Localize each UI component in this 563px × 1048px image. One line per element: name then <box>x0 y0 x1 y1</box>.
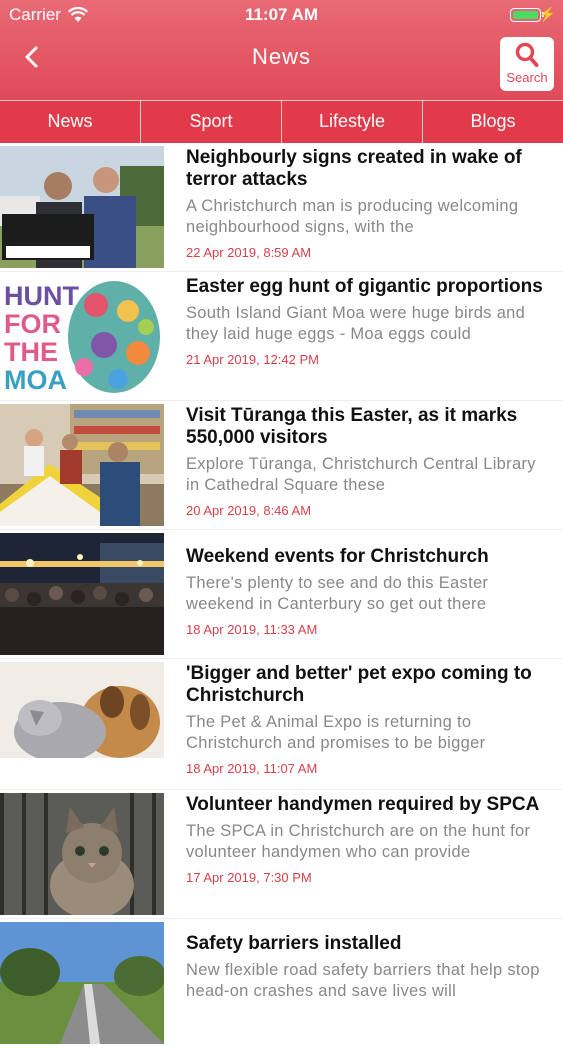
article-thumbnail: HUNT FOR THE MOA <box>0 275 164 397</box>
article-thumbnail <box>0 922 164 1044</box>
clock: 11:07 AM <box>244 5 319 24</box>
search-icon <box>515 42 539 67</box>
battery-icon <box>510 8 544 22</box>
category-tabs: News Sport Lifestyle Blogs <box>0 100 563 143</box>
article-summary: A Christchurch man is producing welcomin… <box>186 197 519 236</box>
article-summary: The SPCA in Christchurch are on the hunt… <box>186 822 531 861</box>
article-thumbnail <box>0 662 164 784</box>
article-date: 18 Apr 2019, 11:33 AM <box>186 622 318 637</box>
list-item[interactable]: Weekend events for Christchurch There's … <box>0 530 563 659</box>
article-text: Volunteer handymen required by SPCA The … <box>186 794 549 885</box>
article-text: Easter egg hunt of gigantic proportions … <box>186 276 549 367</box>
article-thumbnail <box>0 793 164 915</box>
article-text: 'Bigger and better' pet expo coming to C… <box>186 663 549 776</box>
article-headline: Easter egg hunt of gigantic proportions <box>186 276 543 297</box>
article-thumbnail <box>0 146 164 268</box>
article-summary: The Pet & Animal Expo is returning to Ch… <box>186 713 486 752</box>
article-thumbnail <box>0 533 164 655</box>
tab-news[interactable]: News <box>0 100 141 143</box>
article-thumbnail <box>0 404 164 526</box>
article-text: Visit Tūranga this Easter, as it marks 5… <box>186 405 549 518</box>
egg-text-the: THE <box>4 337 58 367</box>
article-text: Neighbourly signs created in wake of ter… <box>186 147 549 260</box>
article-headline: Safety barriers installed <box>186 933 402 954</box>
tab-lifestyle[interactable]: Lifestyle <box>282 100 423 143</box>
list-item[interactable]: 'Bigger and better' pet expo coming to C… <box>0 659 563 790</box>
list-item[interactable]: Visit Tūranga this Easter, as it marks 5… <box>0 401 563 530</box>
article-date: 17 Apr 2019, 7:30 PM <box>186 870 312 885</box>
article-summary: South Island Giant Moa were huge birds a… <box>186 304 526 343</box>
article-date: 18 Apr 2019, 11:07 AM <box>186 761 318 776</box>
article-headline: Weekend events for Christchurch <box>186 546 489 567</box>
list-item[interactable]: Volunteer handymen required by SPCA The … <box>0 790 563 919</box>
egg-text-moa: MOA <box>4 365 67 395</box>
article-text: Weekend events for Christchurch There's … <box>186 534 549 637</box>
article-headline: 'Bigger and better' pet expo coming to C… <box>186 663 532 706</box>
header: Carrier 11:07 AM ⚡ News Search <box>0 0 563 100</box>
list-item[interactable]: HUNT FOR THE MOA Easter egg hunt of giga… <box>0 272 563 401</box>
article-headline: Volunteer handymen required by SPCA <box>186 794 540 815</box>
article-headline: Neighbourly signs created in wake of ter… <box>186 147 522 190</box>
page-title: News <box>251 44 311 69</box>
search-button[interactable]: Search <box>500 37 554 91</box>
status-bar: Carrier 11:07 AM ⚡ <box>0 0 563 30</box>
article-headline: Visit Tūranga this Easter, as it marks 5… <box>186 405 518 448</box>
tab-sport[interactable]: Sport <box>141 100 282 143</box>
egg-text-for: FOR <box>4 309 61 339</box>
list-item[interactable]: Neighbourly signs created in wake of ter… <box>0 143 563 272</box>
article-summary: There's plenty to see and do this Easter… <box>186 574 489 613</box>
article-text: Safety barriers installed New flexible r… <box>186 923 549 1001</box>
article-summary: New flexible road safety barriers that h… <box>186 961 540 1000</box>
list-item[interactable]: Safety barriers installed New flexible r… <box>0 919 563 1048</box>
news-list: Neighbourly signs created in wake of ter… <box>0 143 563 1048</box>
article-summary: Explore Tūranga, Christchurch Central Li… <box>186 455 536 494</box>
tab-blogs[interactable]: Blogs <box>423 100 563 143</box>
egg-text-hunt: HUNT <box>4 281 79 311</box>
charging-icon: ⚡ <box>538 6 556 22</box>
article-date: 22 Apr 2019, 8:59 AM <box>186 245 312 260</box>
article-date: 21 Apr 2019, 12:42 PM <box>186 352 319 367</box>
search-label: Search <box>506 70 548 85</box>
article-date: 20 Apr 2019, 8:46 AM <box>186 503 312 518</box>
